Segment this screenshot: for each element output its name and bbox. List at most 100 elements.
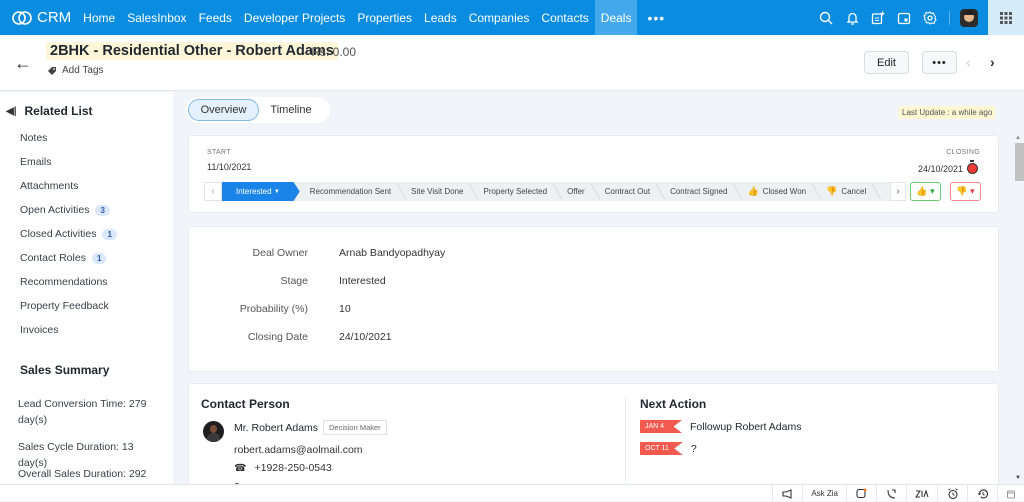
- previous-record-icon[interactable]: ‹: [966, 54, 971, 70]
- add-tags-link[interactable]: Add Tags: [47, 65, 104, 76]
- apps-grid-icon[interactable]: [988, 0, 1024, 35]
- next-action-item[interactable]: OCT 11 ?: [640, 442, 697, 455]
- start-label: START: [207, 149, 231, 156]
- nav-deals[interactable]: Deals: [594, 0, 638, 35]
- stage-offer[interactable]: Offer: [557, 182, 595, 201]
- add-note-icon[interactable]: [865, 0, 891, 35]
- stage-scroll-right-icon[interactable]: ›: [890, 182, 906, 201]
- megaphone-icon[interactable]: [772, 485, 802, 502]
- edit-button[interactable]: Edit: [864, 51, 909, 74]
- sidebar-item-notes[interactable]: Notes: [20, 132, 47, 144]
- nav-more-button[interactable]: •••: [637, 0, 675, 35]
- tab-overview[interactable]: Overview: [188, 99, 259, 121]
- related-list-sidebar: ◀| Related List Notes Emails Attachments…: [0, 92, 173, 484]
- related-list-title: Related List: [24, 104, 93, 118]
- field-value[interactable]: 24/10/2021: [339, 331, 392, 343]
- recycle-bin-icon[interactable]: [997, 485, 1024, 502]
- sidebar-item-invoices[interactable]: Invoices: [20, 324, 59, 336]
- divider: [949, 10, 950, 25]
- lead-conversion-time: Lead Conversion Time: 279 day(s): [18, 398, 147, 426]
- sidebar-item-closed-activities[interactable]: Closed Activities 1: [20, 228, 117, 240]
- calendar-icon[interactable]: [891, 0, 917, 35]
- stage-label: Interested: [236, 187, 272, 196]
- phone-icon: ☎: [234, 462, 247, 474]
- scroll-up-icon[interactable]: ▲: [1015, 135, 1021, 141]
- sidebar-item-label: Recommendations: [20, 276, 108, 288]
- field-label: Stage: [280, 275, 308, 287]
- nav-companies[interactable]: Companies: [463, 0, 536, 35]
- sales-summary-title: Sales Summary: [20, 363, 110, 377]
- alarm-clock-icon[interactable]: [937, 485, 967, 502]
- contact-avatar: [203, 421, 224, 442]
- nav-salesinbox[interactable]: SalesInbox: [121, 0, 192, 35]
- nav-feeds[interactable]: Feeds: [193, 0, 238, 35]
- contact-role-badge: Decision Maker: [323, 420, 387, 435]
- stage-recommendation-sent[interactable]: Recommendation Sent: [300, 182, 401, 201]
- signals-icon[interactable]: [876, 485, 906, 502]
- top-navigation-bar: CRM Home SalesInbox Feeds Developer Proj…: [0, 0, 1024, 35]
- next-action-text: Followup Robert Adams: [690, 420, 802, 433]
- stage-closed-won[interactable]: 👍 Closed Won: [737, 182, 816, 201]
- field-label: Closing Date: [247, 331, 308, 343]
- record-header: ← 2BHK - Residential Other - Robert Adam…: [0, 35, 1024, 91]
- collapse-sidebar-icon[interactable]: ◀|: [6, 106, 17, 117]
- scroll-down-icon[interactable]: ▼: [1015, 475, 1021, 481]
- sidebar-item-open-activities[interactable]: Open Activities 3: [20, 204, 110, 216]
- page-scrollbar[interactable]: ▲ ▼: [1013, 135, 1024, 485]
- stage-label: Cancel: [841, 187, 867, 196]
- stage-scroll-left-icon[interactable]: ‹: [204, 182, 222, 201]
- add-tags-label: Add Tags: [62, 65, 104, 76]
- field-value[interactable]: Interested: [339, 275, 386, 287]
- user-avatar[interactable]: [960, 8, 978, 27]
- sidebar-item-property-feedback[interactable]: Property Feedback: [20, 300, 109, 312]
- stage-contract-out[interactable]: Contract Out: [595, 182, 660, 201]
- tab-timeline[interactable]: Timeline: [259, 99, 323, 121]
- stage-contract-signed[interactable]: Contract Signed: [660, 182, 737, 201]
- sidebar-item-label: Emails: [20, 156, 52, 168]
- scrollbar-thumb[interactable]: [1015, 143, 1024, 181]
- search-icon[interactable]: [813, 0, 839, 35]
- history-icon[interactable]: [967, 485, 997, 502]
- mark-lost-button[interactable]: 👎 ▾: [950, 182, 981, 201]
- bell-icon[interactable]: [839, 0, 865, 35]
- record-title: 2BHK - Residential Other - Robert Adams: [46, 42, 338, 60]
- back-arrow-icon[interactable]: ←: [14, 53, 32, 74]
- view-tabs: Overview Timeline: [186, 97, 330, 123]
- stopwatch-icon: [967, 160, 978, 174]
- stage-interested[interactable]: Interested ▼: [222, 182, 300, 201]
- nav-leads[interactable]: Leads: [418, 0, 463, 35]
- bottom-toolbar: Ask Zia: [0, 484, 1024, 502]
- chat-icon[interactable]: [846, 485, 876, 502]
- sidebar-item-recommendations[interactable]: Recommendations: [20, 276, 108, 288]
- sidebar-item-contact-roles[interactable]: Contact Roles 1: [20, 252, 107, 264]
- more-actions-button[interactable]: •••: [922, 51, 957, 74]
- contact-name[interactable]: Mr. Robert Adams: [234, 422, 318, 434]
- nav-contacts[interactable]: Contacts: [535, 0, 594, 35]
- stage-pipeline: ‹ Interested ▼ Recommendation Sent Site …: [204, 182, 892, 201]
- next-action-item[interactable]: JAN 4 Followup Robert Adams: [640, 420, 801, 433]
- start-date: 11/10/2021: [207, 162, 252, 172]
- deal-fields-card: Deal Owner Arnab Bandyopadhyay Stage Int…: [188, 226, 999, 372]
- gear-icon[interactable]: [917, 0, 943, 35]
- ask-zia-button[interactable]: Ask Zia: [802, 485, 846, 502]
- sidebar-item-emails[interactable]: Emails: [20, 156, 52, 168]
- field-label: Probability (%): [239, 303, 308, 315]
- nav-developer-projects[interactable]: Developer Projects: [238, 0, 351, 35]
- mark-won-button[interactable]: 👍 ▾: [910, 182, 941, 201]
- stage-cancel[interactable]: 👎 Cancel: [816, 182, 876, 201]
- field-value[interactable]: 10: [339, 303, 351, 315]
- stage-site-visit-done[interactable]: Site Visit Done: [401, 182, 473, 201]
- zia-icon[interactable]: [906, 485, 937, 502]
- crm-logo[interactable]: CRM: [12, 9, 71, 26]
- next-record-icon[interactable]: ›: [990, 54, 995, 70]
- field-value[interactable]: Arnab Bandyopadhyay: [339, 247, 445, 259]
- contact-phone[interactable]: +1928-250-0543: [254, 462, 331, 474]
- next-action-text: ?: [690, 442, 697, 455]
- stage-property-selected[interactable]: Property Selected: [473, 182, 557, 201]
- nav-properties[interactable]: Properties: [351, 0, 418, 35]
- next-action-title: Next Action: [640, 397, 707, 411]
- contact-email[interactable]: robert.adams@aolmail.com: [234, 444, 363, 456]
- nav-home[interactable]: Home: [77, 0, 121, 35]
- contact-next-action-card: Contact Person Mr. Robert Adams Decision…: [188, 383, 999, 493]
- sidebar-item-attachments[interactable]: Attachments: [20, 180, 78, 192]
